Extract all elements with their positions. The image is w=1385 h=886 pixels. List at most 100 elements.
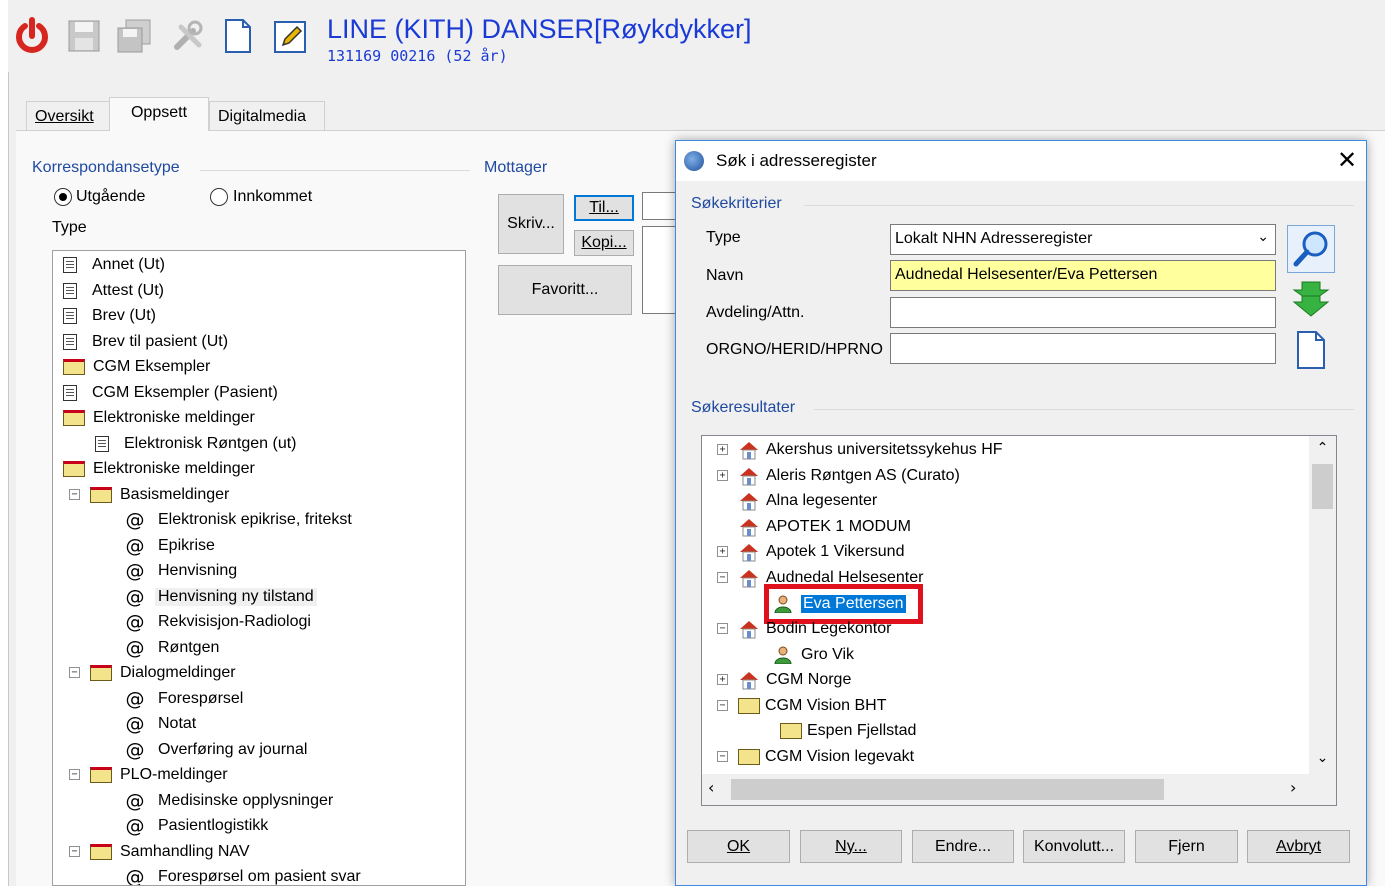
tree-item[interactable]: CGM Eksempler (Pasient) [63,380,281,405]
collapse-icon[interactable]: − [69,667,80,678]
tree-item[interactable]: − PLO-meldinger [69,762,231,787]
tree-item[interactable]: Brev til pasient (Ut) [63,329,231,354]
scroll-left-icon[interactable]: ‹ [708,778,714,797]
collapse-icon[interactable]: − [69,489,80,500]
incoming-radio[interactable] [210,188,228,206]
result-item-selected[interactable]: Eva Pettersen [774,591,906,616]
collapse-icon[interactable]: − [717,700,728,711]
tree-item[interactable]: Annet (Ut) [63,252,168,277]
fetch-button[interactable] [1287,277,1335,323]
tree-item[interactable]: @ Elektronisk epikrise, fritekst [125,507,355,532]
result-item[interactable]: + Akershus universitetssykehus HF [717,437,1003,462]
tree-item[interactable]: Elektronisk Røntgen (ut) [95,431,300,456]
to-field[interactable] [642,192,678,220]
result-item-label: Aleris Røntgen AS (Curato) [766,466,960,484]
edit-icon[interactable] [272,16,308,56]
tree-item[interactable]: @ Medisinske opplysninger [125,788,336,813]
folder-icon [63,460,85,477]
edit-button[interactable]: Endre... [912,830,1014,863]
outgoing-radio[interactable] [54,188,72,206]
tree-item[interactable]: @ Forespørsel [125,686,246,711]
result-item[interactable]: APOTEK 1 MODUM [738,514,911,539]
scroll-down-icon[interactable]: ⌄ [1309,750,1336,766]
tree-item-label: Samhandling NAV [120,842,250,860]
tree-item-label: Forespørsel [158,689,244,707]
correspondence-type-tree[interactable]: Annet (Ut) Attest (Ut) Brev (Ut) Brev ti… [52,250,466,886]
copy-field[interactable] [642,226,678,314]
tree-item[interactable]: @ Forespørsel om pasient svar [125,864,364,886]
power-icon[interactable] [14,16,50,56]
department-input[interactable] [890,297,1276,328]
new-button[interactable]: Ny... [800,830,902,863]
tree-item[interactable]: − Dialogmeldinger [69,660,239,685]
collapse-icon[interactable]: − [69,769,80,780]
tree-item-label: Medisinske opplysninger [158,791,334,809]
result-item[interactable]: − CGM Vision BHT [717,693,887,718]
search-results-tree[interactable]: + Akershus universitetssykehus HF + Aleris… [701,435,1337,806]
tree-item[interactable]: @ Notat [125,711,199,736]
write-button-label: Skriv... [507,215,555,232]
result-item[interactable]: Gro Vik [774,642,854,667]
tree-item[interactable]: Elektroniske meldinger [63,405,258,430]
remove-button[interactable]: Fjern [1135,830,1238,863]
scroll-thumb-horizontal[interactable] [731,779,1164,800]
collapse-icon[interactable]: − [717,623,728,634]
tree-item[interactable]: − Basismeldinger [69,482,232,507]
result-item[interactable]: Espen Fjellstad [780,718,916,743]
close-icon[interactable]: ✕ [1332,145,1362,175]
tab-oppsett[interactable]: Oppsett [109,97,209,131]
chevron-down-icon: ⌄ [1257,229,1269,245]
scroll-right-icon[interactable]: › [1290,778,1296,797]
tree-item[interactable]: Attest (Ut) [63,278,167,303]
result-item[interactable]: − CGM Vision legevakt [717,744,914,769]
tab-digitalmedia[interactable]: Digitalmedia [209,101,325,130]
expand-icon[interactable]: + [717,674,728,685]
tools-icon[interactable] [170,16,206,56]
save-all-icon[interactable] [116,16,152,56]
result-item-label: CGM Vision legevakt [765,747,915,765]
tree-item-selected[interactable]: @ Henvisning ny tilstand [125,584,317,609]
result-item[interactable]: − Bodin Legekontor [717,616,891,641]
orgno-input[interactable] [890,333,1276,364]
result-item[interactable]: Alna legesenter [738,488,877,513]
tree-item[interactable]: @ Overføring av journal [125,737,310,762]
tree-item[interactable]: − Samhandling NAV [69,839,253,864]
result-item[interactable]: + CGM Norge [717,667,851,692]
expand-icon[interactable]: + [717,444,728,455]
scroll-thumb[interactable] [1312,464,1333,509]
tree-item[interactable]: @ Epikrise [125,533,218,558]
favorite-button[interactable]: Favoritt... [498,265,632,315]
new-document-icon[interactable] [220,16,256,56]
result-item[interactable]: + Apotek 1 Vikersund [717,539,904,564]
write-button[interactable]: Skriv... [498,194,564,254]
copy-button[interactable]: Kopi... [574,230,634,256]
tree-item[interactable]: Elektroniske meldinger [63,456,258,481]
tree-item[interactable]: CGM Eksempler [63,354,213,379]
horizontal-scrollbar[interactable]: ‹ › [702,774,1309,805]
scroll-up-icon[interactable]: ⌃ [1309,440,1336,456]
search-button[interactable] [1287,225,1335,273]
name-input[interactable]: Audnedal Helsesenter/Eva Pettersen [890,260,1276,291]
to-button[interactable]: Til... [574,195,634,221]
cancel-button[interactable]: Avbryt [1247,830,1350,863]
collapse-icon[interactable]: − [717,572,728,583]
type-select[interactable]: Lokalt NHN Adresseregister ⌄ [890,224,1276,255]
expand-icon[interactable]: + [717,546,728,557]
tab-oversikt[interactable]: Oversikt [26,101,110,130]
collapse-icon[interactable]: − [69,846,80,857]
save-icon[interactable] [66,16,102,56]
tree-item[interactable]: @ Pasientlogistikk [125,813,271,838]
result-item-label: CGM Norge [766,670,852,688]
tree-item-label: Elektroniske meldinger [93,408,255,426]
envelope-button[interactable]: Konvolutt... [1023,830,1125,863]
new-address-button[interactable] [1287,327,1335,373]
expand-icon[interactable]: + [717,470,728,481]
tree-item[interactable]: @ Røntgen [125,635,222,660]
tree-item[interactable]: @ Henvisning [125,558,240,583]
ok-button[interactable]: OK [687,830,790,863]
result-item[interactable]: + Aleris Røntgen AS (Curato) [717,463,960,488]
vertical-scrollbar[interactable]: ⌃ ⌄ [1309,436,1336,774]
tree-item[interactable]: Brev (Ut) [63,303,159,328]
collapse-icon[interactable]: − [717,751,728,762]
tree-item[interactable]: @ Rekvisisjon-Radiologi [125,609,314,634]
